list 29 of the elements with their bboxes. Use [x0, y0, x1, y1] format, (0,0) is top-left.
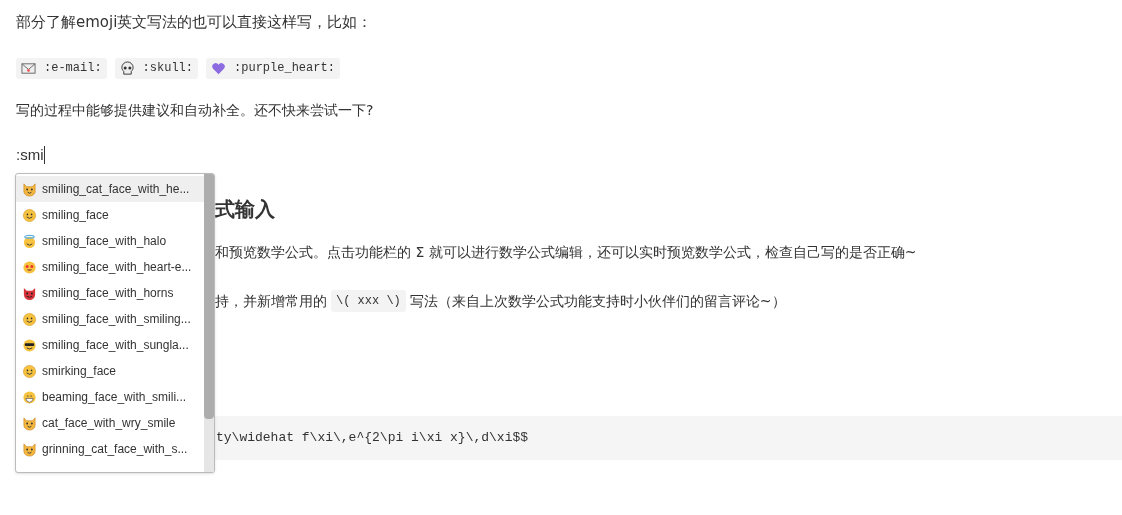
emoji-code: :skull: — [142, 60, 194, 77]
text-cursor — [43, 146, 45, 164]
skull-icon — [119, 60, 135, 76]
heart-icon — [211, 60, 227, 76]
grinning-face-icon — [22, 389, 37, 405]
smiley-icon — [22, 311, 37, 327]
inline-code: \( xxx \) — [331, 290, 406, 312]
paragraph-text: 持，并新增常用的 — [215, 291, 327, 311]
emoji-code: :purple_heart: — [234, 60, 335, 77]
cat-face-icon — [22, 415, 37, 431]
scrollbar-thumb[interactable] — [204, 174, 214, 419]
sunglasses-smiley-icon — [22, 337, 37, 353]
paragraph: 和预览数学公式。点击功能栏的 Σ 就可以进行数学公式编辑，还可以实时预览数学公式，检查自己写的是否正确~ — [215, 243, 918, 262]
paragraph-text: 写法（来自上次数学公式功能支持时小伙伴们的留言评论~） — [409, 291, 786, 311]
section-heading: 式输入 — [215, 196, 276, 223]
heart-eyes-smiley-icon — [22, 259, 37, 275]
emoji-code: :e-mail: — [44, 60, 102, 77]
smiley-icon — [22, 363, 37, 379]
cat-face-icon — [22, 441, 37, 457]
cat-face-icon — [22, 181, 37, 197]
smiley-icon — [22, 207, 37, 223]
halo-smiley-icon — [22, 233, 37, 249]
paragraph: 写的过程中能够提供建议和自动补全。还不快来尝试一下? — [16, 101, 375, 120]
scrollbar[interactable] — [204, 174, 214, 472]
paragraph: 部分了解emoji英文写法的也可以直接这样写，比如： — [16, 12, 374, 33]
suggestion-item[interactable]: smiling_cat_face_with_he... — [16, 176, 204, 202]
typed-text: :smi — [16, 144, 44, 165]
envelope-icon — [21, 60, 36, 76]
devil-face-icon — [22, 285, 37, 301]
